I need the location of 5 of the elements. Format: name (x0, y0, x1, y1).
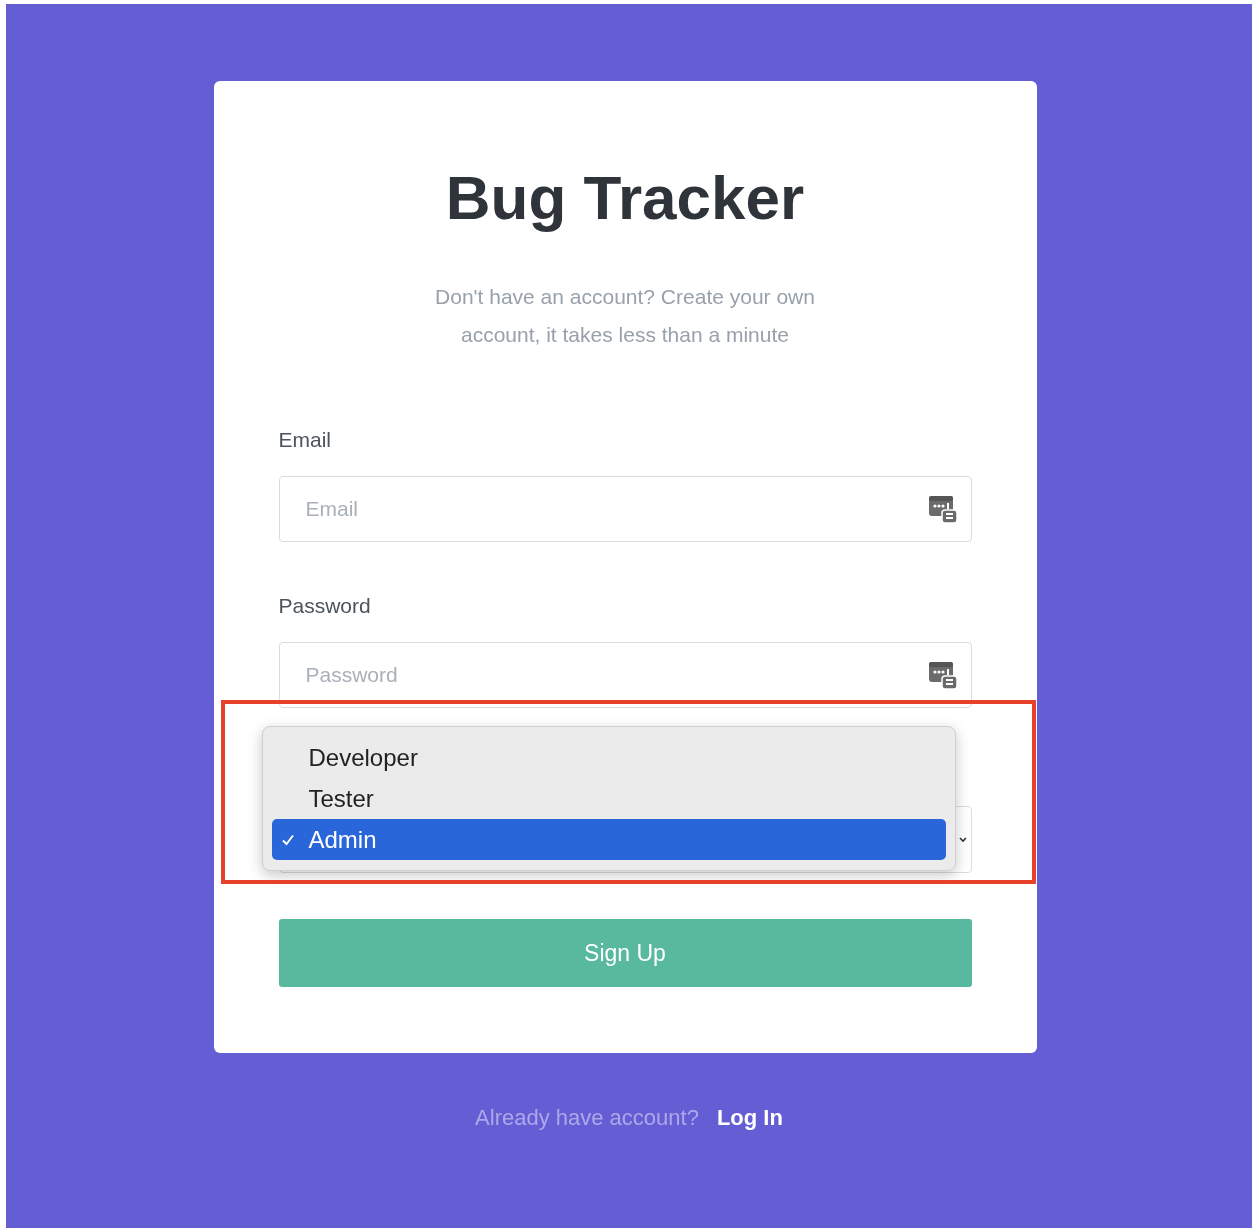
app-title: Bug Tracker (444, 162, 806, 234)
signup-description: Don't have an account? Create your own account, it takes less than a minute (434, 284, 816, 348)
field-label: Password (278, 594, 372, 618)
footer-text: Already have account? (475, 1105, 699, 1131)
field-label: Email (278, 428, 332, 452)
